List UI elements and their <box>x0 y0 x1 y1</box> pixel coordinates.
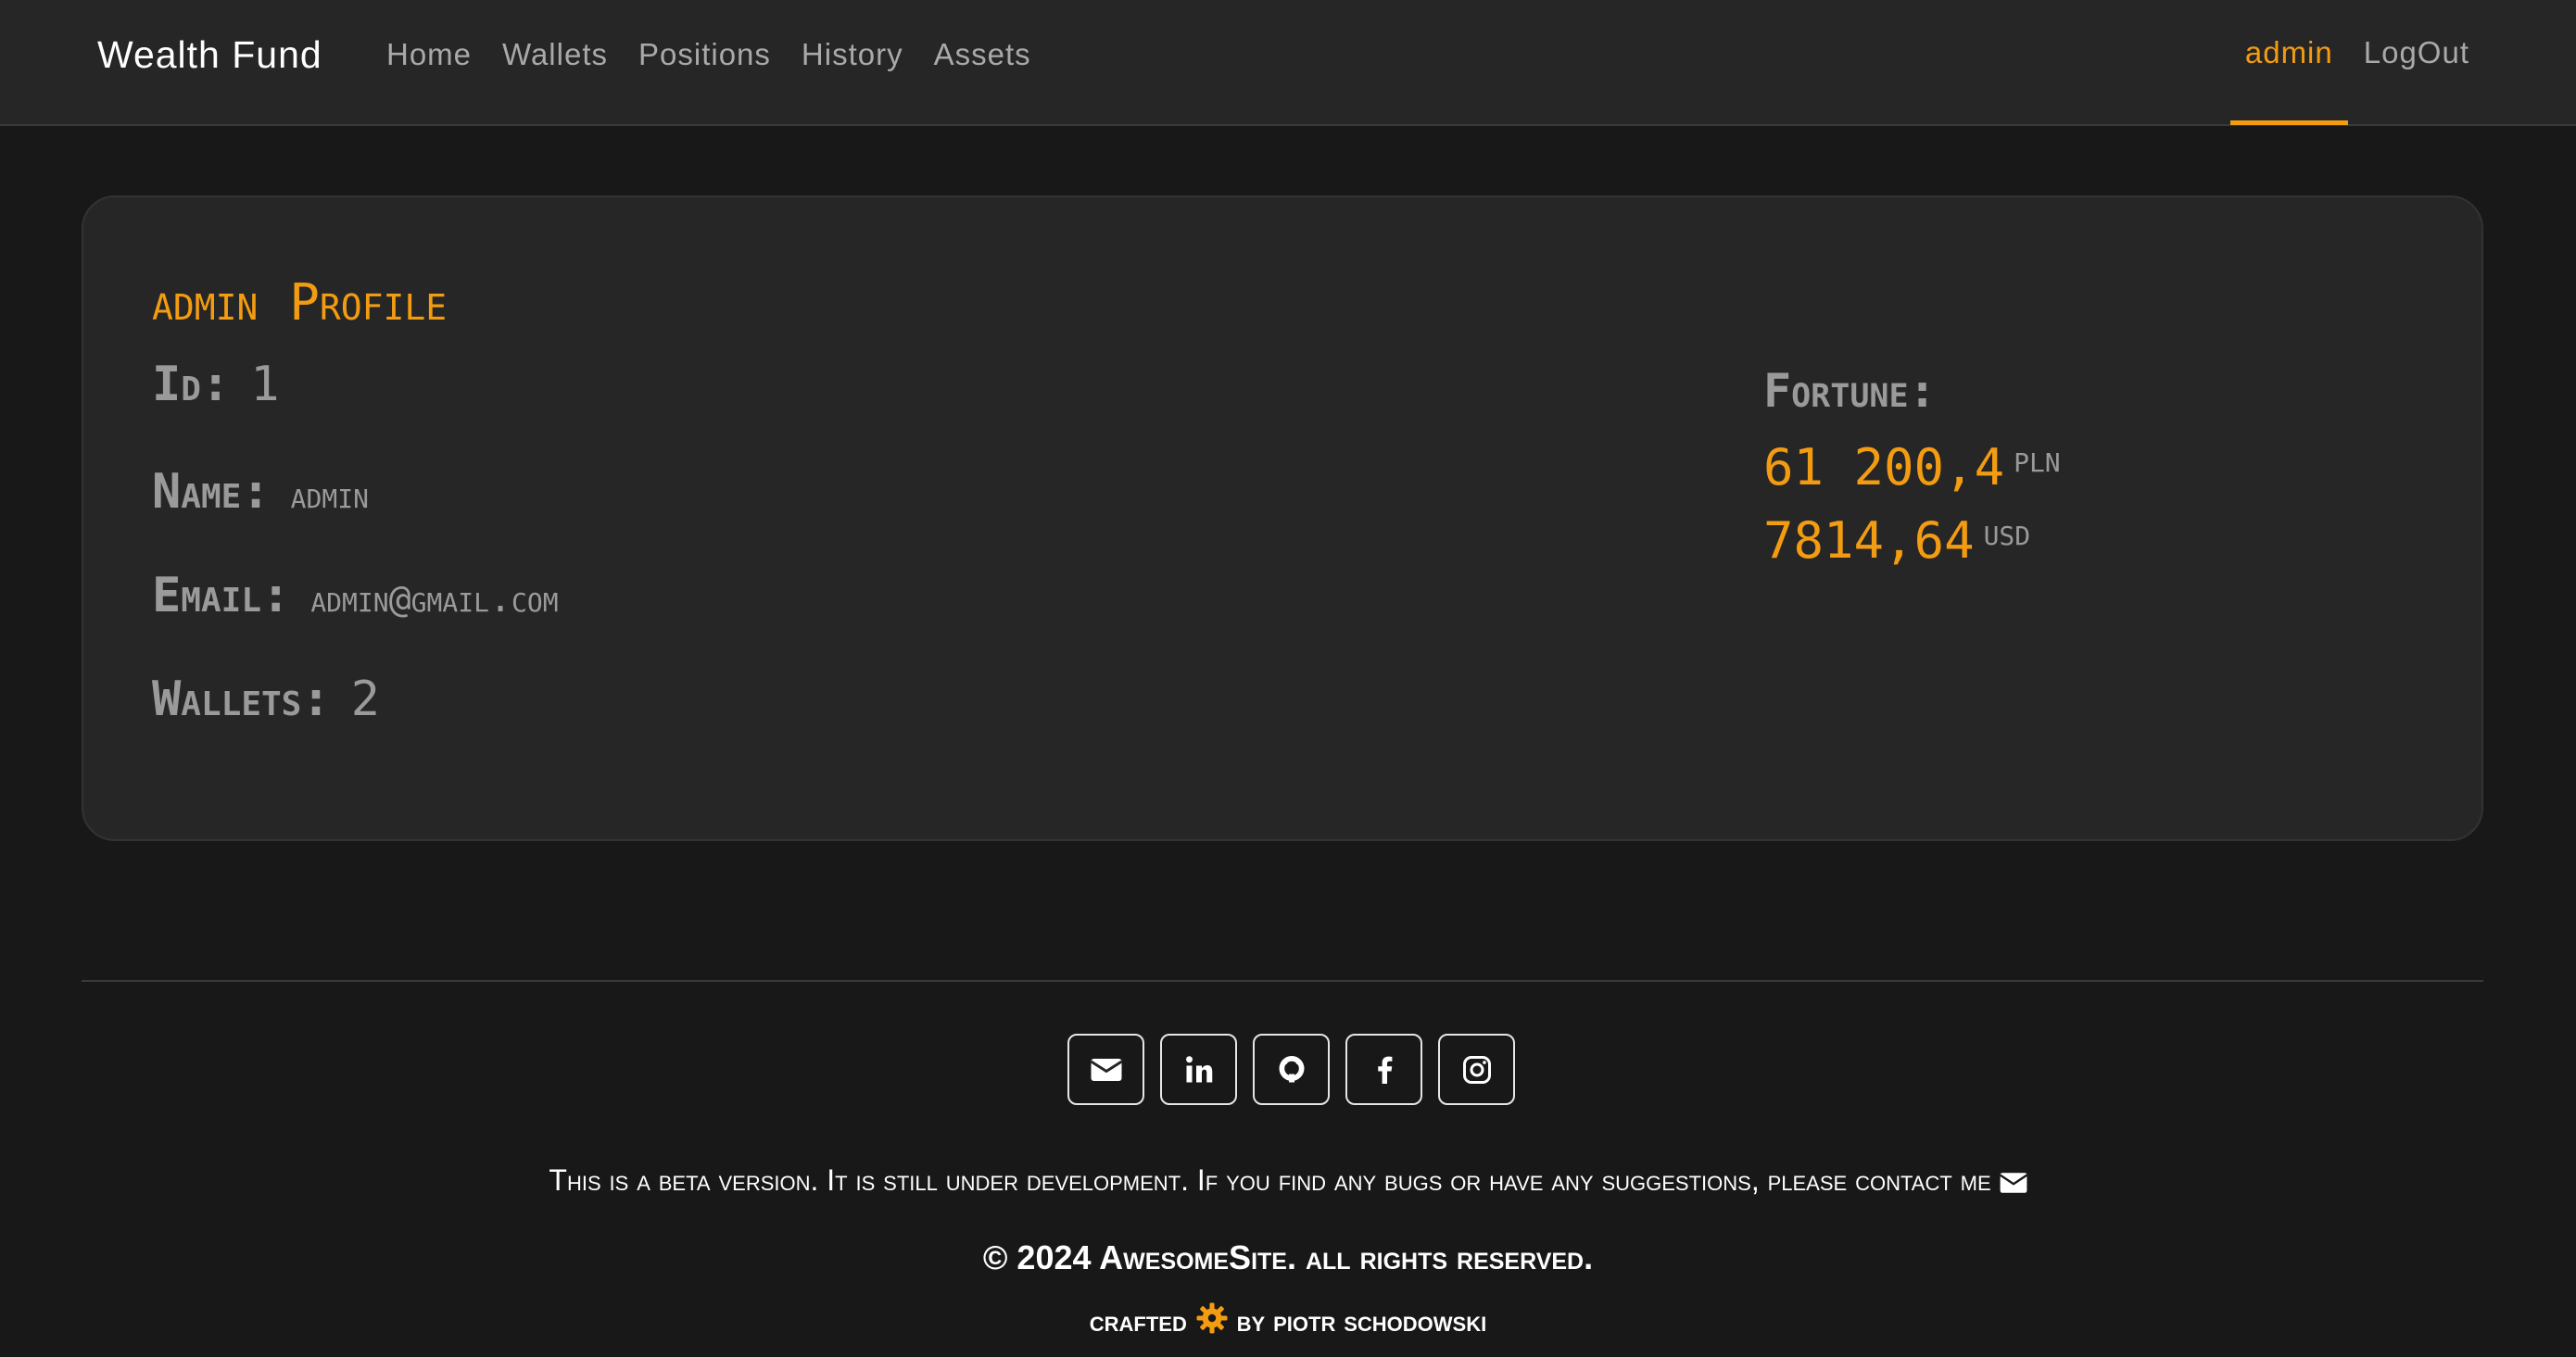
beta-notice-text: This is a beta version. It is still unde… <box>549 1163 1991 1197</box>
linkedin-button[interactable] <box>1160 1034 1237 1105</box>
fortune-amount-usd: 7814,64 <box>1763 511 1975 570</box>
profile-title: admin Profile <box>152 273 447 332</box>
social-links <box>1067 1034 1515 1105</box>
facebook-icon <box>1377 1056 1392 1084</box>
logout-link[interactable]: LogOut <box>2364 35 2469 70</box>
field-wallets-value: 2 <box>350 672 380 727</box>
crafted-suffix: by piotr schodowski <box>1236 1304 1487 1338</box>
profile-username: admin <box>152 273 259 332</box>
nav-link-wallets[interactable]: Wallets <box>502 37 608 72</box>
nav-link-assets[interactable]: Assets <box>934 37 1031 72</box>
field-id-label: Id: <box>152 357 231 412</box>
nav-right: admin LogOut <box>2229 35 2469 125</box>
nav-link-positions[interactable]: Positions <box>638 37 771 72</box>
linkedin-icon <box>1185 1055 1212 1082</box>
navbar: Wealth Fund Home Wallets Positions Histo… <box>0 0 2576 126</box>
fortune-panel: Fortune: 61 200,4 PLN 7814,64 USD <box>1763 364 2061 570</box>
field-id-value: 1 <box>250 357 280 412</box>
email-button[interactable] <box>1067 1034 1144 1105</box>
nav-link-history[interactable]: History <box>802 37 903 72</box>
fortune-amount-pln: 61 200,4 <box>1763 438 2005 496</box>
github-button[interactable] <box>1253 1034 1330 1105</box>
nav-links: Home Wallets Positions History Assets <box>386 37 1031 72</box>
field-email-value: admin@gmail.com <box>310 578 559 621</box>
brand-title[interactable]: Wealth Fund <box>97 33 322 77</box>
beta-notice: This is a beta version. It is still unde… <box>0 1163 2576 1201</box>
gear-icon <box>1195 1301 1229 1342</box>
footer-divider <box>82 980 2483 982</box>
nav-user-profile[interactable]: admin <box>2229 35 2348 125</box>
field-name-label: Name: <box>152 464 271 520</box>
crafted-prefix: crafted <box>1089 1304 1187 1338</box>
field-id: Id: 1 <box>152 357 280 412</box>
fortune-currency-pln: PLN <box>2014 447 2061 478</box>
fortune-label: Fortune: <box>1763 364 1937 418</box>
instagram-button[interactable] <box>1438 1034 1515 1105</box>
facebook-button[interactable] <box>1345 1034 1422 1105</box>
contact-envelope-icon[interactable] <box>1999 1167 2027 1201</box>
profile-card: admin Profile Id: 1 Name: admin Email: admin… <box>82 195 2483 841</box>
field-wallets-label: Wallets: <box>152 672 331 727</box>
nav-link-home[interactable]: Home <box>386 37 472 72</box>
field-name-value: admin <box>290 474 369 517</box>
profile-title-suffix: Profile <box>289 273 448 332</box>
field-name: Name: admin <box>152 464 369 520</box>
copyright: © 2024 AwesomeSite. all rights reserved. <box>982 1238 1594 1276</box>
field-wallets: Wallets: 2 <box>152 672 380 727</box>
field-email: Email: admin@gmail.com <box>152 568 559 623</box>
instagram-icon <box>1462 1055 1491 1084</box>
fortune-currency-usd: USD <box>1983 521 2031 551</box>
github-icon <box>1279 1055 1304 1082</box>
field-email-label: Email: <box>152 568 291 623</box>
crafted-by: crafted by piotr schodowski <box>0 1301 2576 1342</box>
envelope-icon <box>1090 1058 1122 1081</box>
fortune-row-pln: 61 200,4 PLN <box>1763 438 2061 496</box>
fortune-row-usd: 7814,64 USD <box>1763 511 2061 570</box>
